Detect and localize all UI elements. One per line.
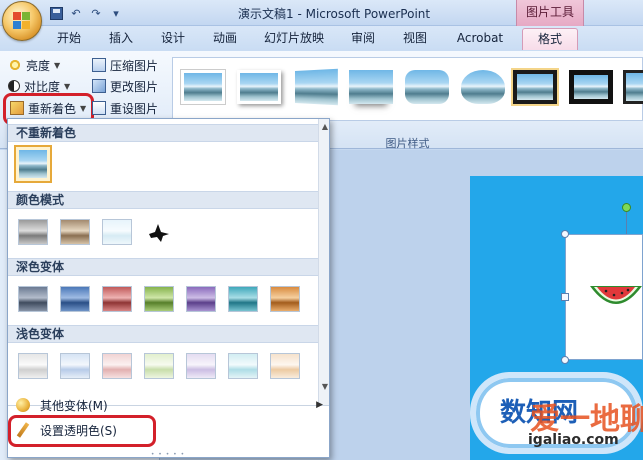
window-title: 演示文稿1 - Microsoft PowerPoint bbox=[238, 7, 431, 21]
tab-slideshow[interactable]: 幻灯片放映 bbox=[258, 28, 330, 50]
contrast-label: 对比度 bbox=[24, 79, 61, 94]
compress-pictures-button[interactable]: 压缩图片 bbox=[92, 55, 158, 75]
more-variations-label: 其他变体(M) bbox=[40, 398, 108, 413]
rotation-handle[interactable] bbox=[622, 203, 631, 212]
swatch-light-green[interactable] bbox=[144, 353, 174, 379]
more-variations-item[interactable]: 其他变体(M) ▶ bbox=[8, 394, 329, 416]
swatch-light-blue[interactable] bbox=[60, 353, 90, 379]
tab-review[interactable]: 审阅 bbox=[342, 28, 384, 50]
quick-access-toolbar: ↶ ↷ ▾ bbox=[48, 4, 124, 22]
swatch-dark-gray[interactable] bbox=[18, 286, 48, 312]
tab-design[interactable]: 设计 bbox=[152, 28, 194, 50]
swatch-dark-orange[interactable] bbox=[270, 286, 300, 312]
resize-handle[interactable] bbox=[561, 356, 569, 364]
undo-icon[interactable]: ↶ bbox=[68, 5, 84, 21]
picture-style-simple-frame[interactable] bbox=[181, 70, 225, 104]
office-button[interactable] bbox=[2, 1, 42, 41]
change-label: 更改图片 bbox=[110, 79, 159, 94]
swatch-grayscale[interactable] bbox=[18, 219, 48, 245]
customize-icon[interactable]: ▾ bbox=[108, 5, 124, 21]
section-color-modes: 颜色模式 bbox=[8, 191, 318, 209]
reset-picture-button[interactable]: 重设图片 bbox=[92, 98, 158, 118]
swatch-light-gray[interactable] bbox=[18, 353, 48, 379]
brightness-button[interactable]: 亮度 ▼ bbox=[8, 55, 60, 75]
watermelon-image bbox=[590, 286, 642, 304]
tab-acrobat[interactable]: Acrobat bbox=[448, 28, 512, 50]
recolor-dropdown: 不重新着色 颜色模式 深色变体 浅色变体 ▲ ▼ 其他变体(M) ▶ 设置透明色… bbox=[7, 118, 330, 458]
tab-home[interactable]: 开始 bbox=[48, 28, 90, 50]
swatch-light-aqua[interactable] bbox=[228, 353, 258, 379]
swatch-washout[interactable] bbox=[102, 219, 132, 245]
swatch-light-purple[interactable] bbox=[186, 353, 216, 379]
ribbon-tabs: 开始 插入 设计 动画 幻灯片放映 审阅 视图 Acrobat 格式 bbox=[0, 26, 643, 51]
picture-style-drop-shadow[interactable] bbox=[237, 70, 281, 104]
set-transparent-highlight bbox=[8, 415, 156, 447]
dropdown-scrollbar[interactable]: ▲ ▼ bbox=[318, 119, 329, 405]
more-variations-icon bbox=[16, 398, 30, 412]
resize-handle[interactable] bbox=[561, 230, 569, 238]
brightness-icon bbox=[8, 58, 22, 72]
section-light-variations: 浅色变体 bbox=[8, 325, 318, 343]
tab-insert[interactable]: 插入 bbox=[100, 28, 142, 50]
scroll-down-icon[interactable]: ▼ bbox=[321, 383, 329, 391]
chevron-down-icon: ▼ bbox=[64, 81, 71, 91]
swatch-dark-red[interactable] bbox=[102, 286, 132, 312]
change-picture-icon bbox=[92, 79, 106, 93]
swatch-dark-blue[interactable] bbox=[60, 286, 90, 312]
picture-style-oval[interactable] bbox=[461, 70, 505, 104]
swatch-light-orange[interactable] bbox=[270, 353, 300, 379]
watermark-url: igaliao.com bbox=[528, 432, 619, 448]
change-picture-button[interactable]: 更改图片 bbox=[92, 76, 158, 96]
compress-label: 压缩图片 bbox=[110, 58, 159, 73]
tab-animations[interactable]: 动画 bbox=[204, 28, 246, 50]
picture-style-thick-black-frame[interactable] bbox=[513, 70, 557, 104]
picture-style-perspective[interactable] bbox=[294, 68, 338, 106]
swatch-dark-green[interactable] bbox=[144, 286, 174, 312]
reset-label: 重设图片 bbox=[110, 101, 159, 116]
reset-picture-icon bbox=[92, 101, 106, 115]
picture-style-partial[interactable] bbox=[623, 70, 643, 104]
resize-handle[interactable] bbox=[561, 293, 569, 301]
section-dark-variations: 深色变体 bbox=[8, 258, 318, 276]
office-logo-icon bbox=[13, 12, 31, 30]
picture-styles-gallery bbox=[172, 57, 643, 121]
contrast-icon bbox=[8, 80, 20, 92]
section-no-recolor: 不重新着色 bbox=[8, 124, 318, 142]
tab-view[interactable]: 视图 bbox=[394, 28, 436, 50]
picture-style-reflected[interactable] bbox=[349, 70, 393, 104]
picture-style-soft-edge[interactable] bbox=[405, 70, 449, 104]
swatch-dark-purple[interactable] bbox=[186, 286, 216, 312]
swatch-light-red[interactable] bbox=[102, 353, 132, 379]
save-icon[interactable] bbox=[48, 5, 64, 21]
submenu-arrow-icon: ▶ bbox=[316, 400, 323, 410]
swatch-no-recolor[interactable] bbox=[14, 145, 52, 183]
brightness-label: 亮度 bbox=[26, 58, 51, 73]
swatch-sepia[interactable] bbox=[60, 219, 90, 245]
rotation-connector bbox=[626, 212, 627, 234]
swatch-dark-aqua[interactable] bbox=[228, 286, 258, 312]
chevron-down-icon: ▼ bbox=[54, 60, 61, 70]
picture-style-black-frame[interactable] bbox=[569, 70, 613, 104]
scroll-up-icon[interactable]: ▲ bbox=[321, 123, 329, 131]
redo-icon[interactable]: ↷ bbox=[88, 5, 104, 21]
tab-format[interactable]: 格式 bbox=[522, 28, 578, 50]
swatch-black-white[interactable] bbox=[144, 219, 174, 245]
title-bar: ↶ ↷ ▾ 演示文稿1 - Microsoft PowerPoint 图片工具 bbox=[0, 0, 643, 26]
resize-grip[interactable]: • • • • • bbox=[148, 452, 188, 458]
compress-icon bbox=[92, 58, 106, 72]
picture-tools-context-label: 图片工具 bbox=[516, 0, 584, 26]
